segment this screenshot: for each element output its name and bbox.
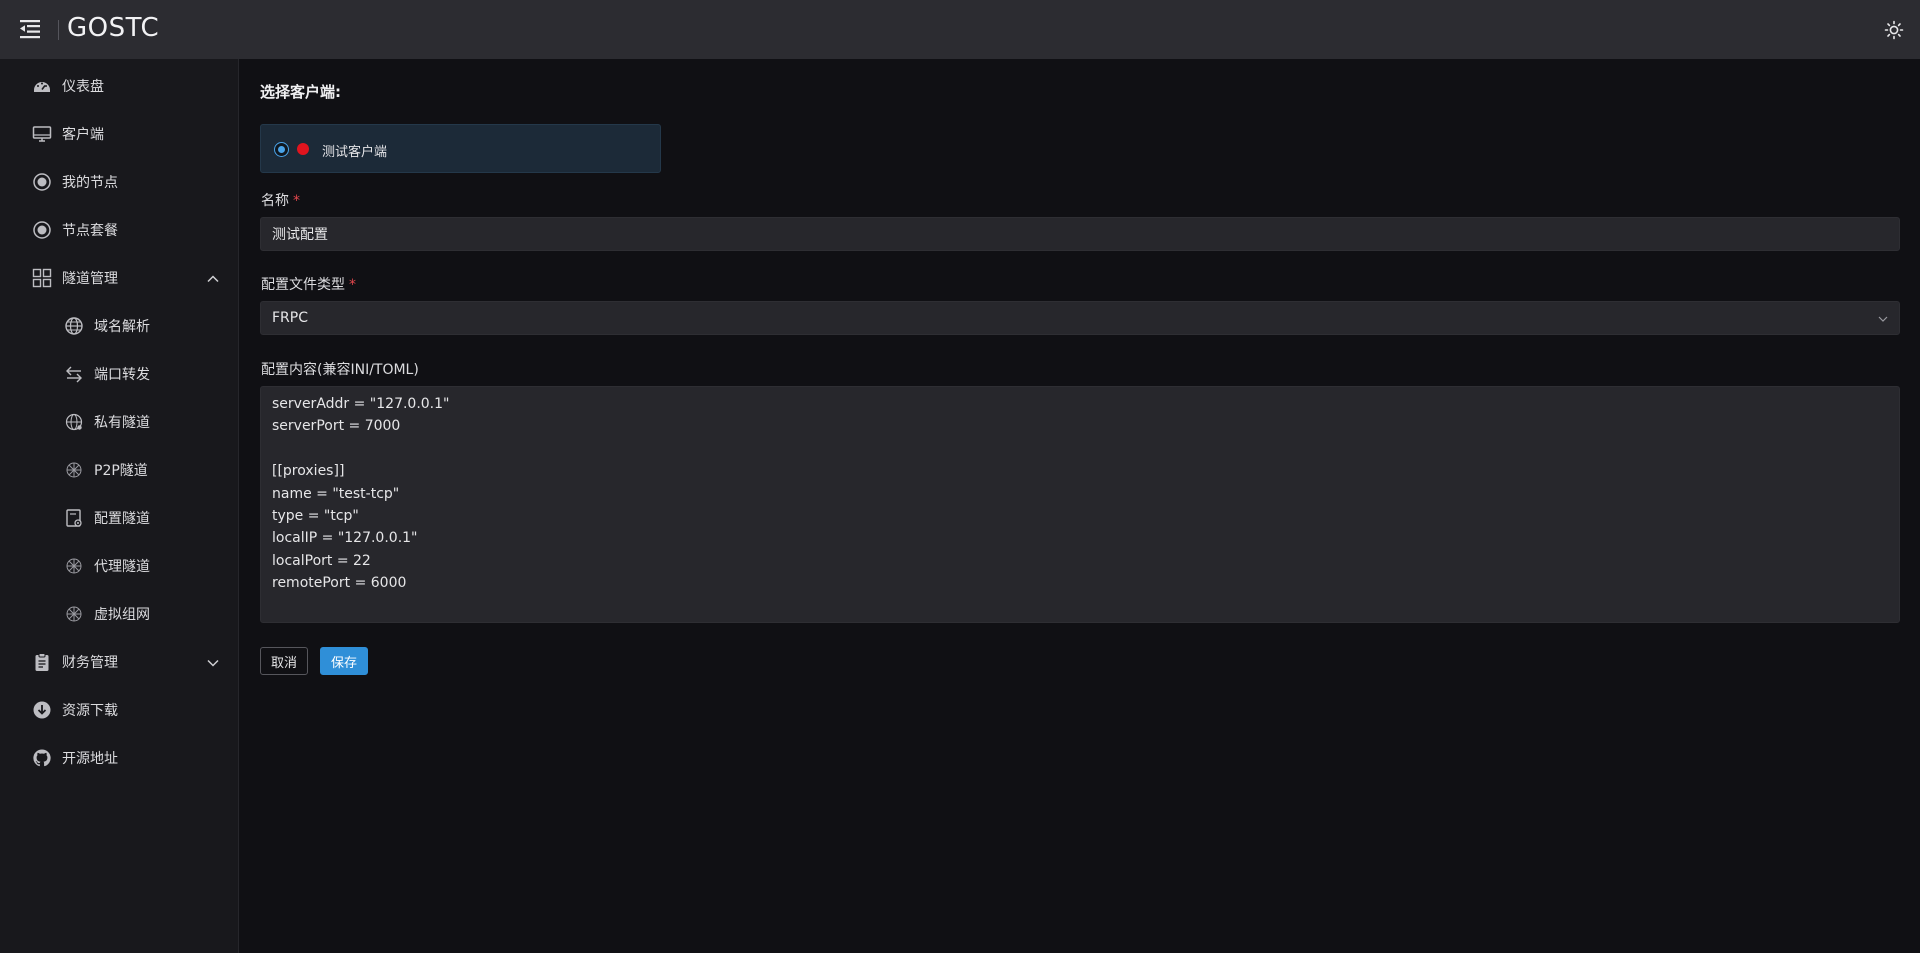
config-type-value: FRPC bbox=[272, 310, 308, 326]
config-line: localIP = "127.0.0.1" bbox=[272, 530, 418, 547]
p2p-icon bbox=[64, 460, 84, 480]
top-bar: GOSTC bbox=[0, 0, 1920, 59]
chevron-up-icon bbox=[206, 271, 220, 285]
sidebar-item-label: 仪表盘 bbox=[62, 79, 104, 95]
client-radio[interactable] bbox=[274, 142, 289, 157]
mesh-icon bbox=[64, 604, 84, 624]
sidebar-item-label: 虚拟组网 bbox=[94, 607, 150, 623]
config-line: name = "test-tcp" bbox=[272, 485, 400, 502]
sidebar-item-label: 域名解析 bbox=[94, 319, 150, 335]
config-line: serverAddr = "127.0.0.1" bbox=[272, 396, 450, 412]
grid-icon bbox=[32, 268, 52, 288]
clipboard-icon bbox=[32, 652, 52, 672]
config-content-textarea[interactable]: serverAddr = "127.0.0.1" serverPort = 70… bbox=[260, 386, 1900, 623]
section-title: 选择客户端: bbox=[260, 83, 341, 101]
sidebar-item-my-nodes[interactable]: 我的节点 bbox=[0, 162, 239, 202]
type-label-text: 配置文件类型 bbox=[261, 277, 345, 293]
name-label-text: 名称 bbox=[261, 193, 289, 209]
sidebar-item-label: 代理隧道 bbox=[94, 559, 150, 575]
sun-icon[interactable] bbox=[1884, 20, 1904, 40]
type-field-label: 配置文件类型 * bbox=[261, 274, 356, 294]
config-line: remotePort = 6000 bbox=[272, 575, 407, 592]
sidebar-item-label: 我的节点 bbox=[62, 175, 118, 191]
menu-collapse-icon[interactable] bbox=[18, 18, 42, 40]
sidebar-item-label: 资源下载 bbox=[62, 703, 118, 719]
sidebar-item-clients[interactable]: 客户端 bbox=[0, 114, 239, 154]
sidebar-item-label: 节点套餐 bbox=[62, 223, 118, 239]
sidebar-item-label: 端口转发 bbox=[94, 367, 150, 383]
sidebar-item-label: 客户端 bbox=[62, 127, 104, 143]
monitor-icon bbox=[32, 124, 52, 144]
sidebar-item-node-packages[interactable]: 节点套餐 bbox=[0, 210, 239, 250]
app-brand: GOSTC bbox=[67, 13, 160, 43]
sidebar-item-tunnel-management[interactable]: 隧道管理 bbox=[0, 258, 239, 298]
sidebar-item-finance[interactable]: 财务管理 bbox=[0, 642, 239, 682]
network-globe-icon bbox=[64, 412, 84, 432]
config-line bbox=[272, 438, 1888, 460]
config-line: type = "tcp" bbox=[272, 507, 359, 524]
main-content: 选择客户端: 测试客户端 名称 * 测试配置 配置文件类型 * FRPC 配置内容(… bbox=[240, 59, 1920, 953]
sidebar-item-virtual-network[interactable]: 虚拟组网 bbox=[0, 594, 239, 634]
name-field-label: 名称 * bbox=[261, 190, 300, 210]
client-name: 测试客户端 bbox=[322, 145, 388, 160]
sidebar: 仪表盘 客户端 我的节点 节点套餐 隧道管理 域名解析 端口转发 私有隧道 P2… bbox=[0, 59, 239, 953]
globe-icon bbox=[64, 316, 84, 336]
config-file-icon bbox=[64, 508, 84, 528]
node-icon bbox=[32, 172, 52, 192]
download-icon bbox=[32, 700, 52, 720]
sidebar-item-config-tunnel[interactable]: 配置隧道 bbox=[0, 498, 239, 538]
proxy-icon bbox=[64, 556, 84, 576]
name-input[interactable]: 测试配置 bbox=[260, 217, 1900, 251]
sidebar-item-open-source[interactable]: 开源地址 bbox=[0, 738, 239, 778]
swap-icon bbox=[64, 364, 84, 384]
package-icon bbox=[32, 220, 52, 240]
sidebar-item-label: 财务管理 bbox=[62, 655, 118, 671]
config-type-select[interactable]: FRPC bbox=[260, 301, 1900, 335]
sidebar-item-p2p-tunnel[interactable]: P2P隧道 bbox=[0, 450, 239, 490]
config-line: localPort = 22 bbox=[272, 552, 371, 569]
sidebar-item-label: 开源地址 bbox=[62, 751, 118, 767]
client-option-card[interactable]: 测试客户端 bbox=[260, 124, 661, 173]
content-field-label: 配置内容(兼容INI/TOML) bbox=[261, 362, 419, 378]
chevron-down-icon bbox=[1877, 313, 1889, 325]
sidebar-item-label: 隧道管理 bbox=[62, 271, 118, 287]
config-line: serverPort = 7000 bbox=[272, 418, 401, 435]
sidebar-item-dashboard[interactable]: 仪表盘 bbox=[0, 66, 239, 106]
config-line: [[proxies]] bbox=[272, 463, 345, 480]
sidebar-item-domain-resolve[interactable]: 域名解析 bbox=[0, 306, 239, 346]
name-input-value: 测试配置 bbox=[272, 227, 328, 243]
sidebar-item-label: 私有隧道 bbox=[94, 415, 150, 431]
required-mark: * bbox=[349, 277, 356, 293]
chevron-down-icon bbox=[206, 655, 220, 669]
sidebar-item-port-forward[interactable]: 端口转发 bbox=[0, 354, 239, 394]
save-button[interactable]: 保存 bbox=[320, 647, 368, 675]
sidebar-item-label: P2P隧道 bbox=[94, 463, 148, 479]
dashboard-icon bbox=[32, 76, 52, 96]
client-status-dot bbox=[297, 143, 309, 155]
sidebar-item-private-tunnel[interactable]: 私有隧道 bbox=[0, 402, 239, 442]
sidebar-item-proxy-tunnel[interactable]: 代理隧道 bbox=[0, 546, 239, 586]
sidebar-item-label: 配置隧道 bbox=[94, 511, 150, 527]
required-mark: * bbox=[293, 193, 300, 209]
cancel-button[interactable]: 取消 bbox=[260, 647, 308, 675]
brand-divider bbox=[58, 20, 59, 40]
github-icon bbox=[32, 748, 52, 768]
sidebar-item-resource-download[interactable]: 资源下载 bbox=[0, 690, 239, 730]
